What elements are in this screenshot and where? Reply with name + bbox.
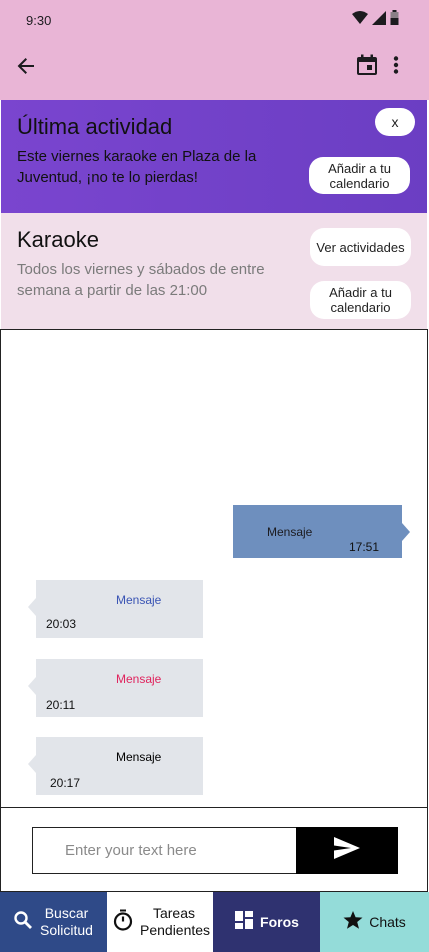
wifi-icon (352, 10, 368, 30)
message-time: 20:11 (46, 698, 76, 712)
event-title: Karaoke (17, 227, 99, 252)
activity-text: Este viernes karaoke en Plaza de la Juve… (17, 148, 257, 186)
send-button[interactable] (296, 827, 398, 874)
message-time: 17:51 (349, 540, 380, 554)
signal-icon (372, 10, 386, 30)
status-icons (352, 10, 399, 30)
more-vert-icon (393, 55, 399, 79)
message-bubble-incoming[interactable]: Mensaje 20:03 (28, 580, 203, 638)
nav-label: Chats (369, 913, 406, 930)
battery-icon (390, 10, 399, 30)
calendar-button[interactable] (354, 54, 380, 80)
message-input[interactable] (32, 827, 297, 874)
calendar-icon (356, 54, 378, 81)
status-time: 9:30 (26, 13, 52, 28)
star-icon (343, 910, 363, 934)
nav-label: Buscar Solicitud (40, 905, 93, 938)
nav-chats[interactable]: Chats (320, 892, 429, 952)
message-bubble-incoming[interactable]: Mensaje 20:17 (28, 737, 203, 795)
nav-label: Tareas Pendientes (140, 905, 211, 938)
event-card: Karaoke Todos los viernes y sábados de e… (1, 213, 427, 329)
dashboard-icon (234, 910, 254, 934)
nav-label: Foros (260, 913, 299, 930)
message-text: Mensaje (116, 750, 162, 764)
add-to-calendar-button[interactable]: Añadir a tu calendario (309, 157, 410, 194)
message-time: 20:03 (46, 617, 77, 631)
message-bubble-outgoing[interactable]: Mensaje 17:51 (233, 505, 410, 558)
timer-icon (112, 909, 134, 935)
status-bar: 9:30 (0, 0, 429, 40)
event-add-to-calendar-button[interactable]: Añadir a tu calendario (310, 281, 411, 319)
message-time: 20:17 (50, 776, 81, 790)
search-icon (13, 910, 33, 934)
message-text: Mensaje (116, 593, 162, 607)
view-activities-button[interactable]: Ver actividades (310, 228, 411, 266)
back-button[interactable] (13, 55, 39, 81)
chat-area[interactable]: Mensaje 17:51 Mensaje 20:03 Mensaje 20:1… (0, 329, 428, 808)
message-bubble-incoming[interactable]: Mensaje 20:11 (28, 659, 203, 717)
close-banner-button[interactable]: x (375, 108, 415, 136)
back-arrow-icon (16, 56, 36, 81)
message-text: Mensaje (116, 672, 162, 686)
nav-tareas-pendientes[interactable]: Tareas Pendientes (107, 892, 213, 952)
send-icon (333, 836, 361, 865)
event-description: Todos los viernes y sábados de entre sem… (17, 261, 265, 299)
activity-title: Última actividad (17, 114, 173, 139)
activity-banner: Última actividad Este viernes karaoke en… (1, 100, 427, 213)
nav-buscar-solicitud[interactable]: Buscar Solicitud (0, 892, 107, 952)
message-text: Mensaje (267, 525, 313, 539)
message-composer (0, 807, 428, 892)
bottom-navigation: Buscar Solicitud Tareas Pendientes Foros… (0, 892, 429, 952)
nav-foros[interactable]: Foros (213, 892, 320, 952)
more-options-button[interactable] (386, 54, 406, 80)
app-bar (0, 40, 429, 100)
